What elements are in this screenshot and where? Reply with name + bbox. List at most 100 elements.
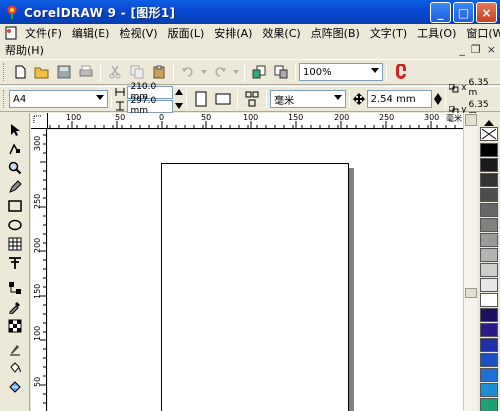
color-swatch[interactable]	[480, 233, 498, 247]
toolbar-grip[interactable]	[3, 63, 6, 81]
ruler-origin-icon	[33, 115, 41, 123]
graph-paper-tool[interactable]	[6, 235, 24, 253]
blend-icon	[9, 282, 21, 294]
color-swatch[interactable]	[480, 263, 498, 277]
spin-arrows-icon[interactable]	[175, 103, 184, 109]
chevron-down-icon	[371, 68, 379, 73]
width-icon	[115, 88, 125, 96]
close-button[interactable]: ×	[476, 2, 497, 23]
redo-dropdown[interactable]	[232, 62, 240, 82]
freehand-tool[interactable]	[6, 178, 24, 196]
export-icon	[274, 65, 288, 79]
color-swatch[interactable]	[480, 338, 498, 352]
page-height-input[interactable]: 297.0 mm	[127, 96, 174, 116]
menu-bitmaps[interactable]: 点阵图(B)	[306, 25, 365, 41]
menu-tools[interactable]: 工具(O)	[412, 25, 461, 41]
magnifier-icon	[8, 161, 22, 175]
color-swatch[interactable]	[480, 293, 498, 307]
scissors-icon	[109, 65, 121, 79]
chevron-up-icon	[484, 120, 494, 126]
menu-arrange[interactable]: 安排(A)	[209, 25, 257, 41]
color-swatch[interactable]	[480, 143, 498, 157]
interactive-blend-tool[interactable]	[6, 279, 24, 297]
eyedropper-tool[interactable]	[6, 298, 24, 316]
vertical-scrollbar[interactable]	[463, 113, 477, 411]
corel-online-button[interactable]	[391, 62, 411, 82]
page-layout-button[interactable]	[242, 89, 262, 109]
scroll-thumb[interactable]	[465, 288, 477, 298]
color-swatch[interactable]	[480, 248, 498, 262]
zoom-tool[interactable]	[6, 159, 24, 177]
no-color-swatch[interactable]	[480, 127, 498, 141]
color-swatch[interactable]	[480, 308, 498, 322]
grid-table-icon	[8, 237, 22, 251]
landscape-button[interactable]	[213, 89, 233, 109]
menu-view[interactable]: 检视(V)	[114, 25, 162, 41]
maximize-button[interactable]: □	[453, 2, 474, 23]
open-button[interactable]	[32, 62, 52, 82]
ellipse-tool[interactable]	[6, 216, 24, 234]
duplicate-x-value[interactable]: 6.35 m	[469, 78, 500, 98]
rectangle-tool[interactable]	[6, 197, 24, 215]
color-swatch[interactable]	[480, 323, 498, 337]
new-button[interactable]	[10, 62, 30, 82]
color-swatch[interactable]	[480, 203, 498, 217]
text-tool[interactable]	[6, 254, 24, 272]
height-icon	[116, 101, 125, 111]
outline-tool[interactable]	[6, 340, 24, 358]
paste-button[interactable]	[149, 62, 169, 82]
color-swatch[interactable]	[480, 368, 498, 382]
color-swatch[interactable]	[480, 383, 498, 397]
shape-tool[interactable]	[6, 140, 24, 158]
pick-tool[interactable]	[6, 121, 24, 139]
spin-down-icon	[434, 99, 443, 105]
color-swatch[interactable]	[480, 173, 498, 187]
menu-help[interactable]: 帮助(H)	[0, 42, 49, 58]
drawing-page[interactable]	[161, 163, 349, 411]
redo-button[interactable]	[210, 62, 230, 82]
import-icon	[252, 65, 266, 79]
undo-button[interactable]	[178, 62, 198, 82]
cut-button[interactable]	[105, 62, 125, 82]
vertical-ruler[interactable]: 300 250 200 150 100 50	[31, 129, 47, 411]
menu-file[interactable]: 文件(F)	[20, 25, 67, 41]
minimize-button[interactable]: _	[430, 2, 451, 23]
document-icon[interactable]	[4, 26, 18, 40]
toolbar-grip[interactable]	[3, 90, 6, 108]
menu-layout[interactable]: 版面(L)	[163, 25, 210, 41]
horizontal-ruler[interactable]: 100 50 0 50 100 150 200 250 300 毫米	[48, 113, 463, 129]
nudge-distance-input[interactable]: 2.54 mm	[366, 90, 433, 108]
menu-effects[interactable]: 效果(C)	[257, 25, 305, 41]
paper-type-select[interactable]: A4	[8, 90, 109, 108]
zoom-level-select[interactable]: 100%	[299, 63, 383, 81]
export-button[interactable]	[271, 62, 291, 82]
color-swatch[interactable]	[480, 278, 498, 292]
save-button[interactable]	[54, 62, 74, 82]
interactive-transparency-tool[interactable]	[6, 378, 24, 396]
menu-window[interactable]: 窗口(W)	[461, 25, 500, 41]
doc-restore-button[interactable]: ❐	[471, 43, 481, 56]
doc-close-button[interactable]: ×	[487, 43, 496, 56]
interactive-fill-tool[interactable]	[6, 317, 24, 335]
spin-arrows-icon[interactable]	[175, 89, 184, 95]
color-swatch[interactable]	[480, 158, 498, 172]
color-swatch[interactable]	[480, 353, 498, 367]
print-button[interactable]	[76, 62, 96, 82]
color-swatch[interactable]	[480, 218, 498, 232]
import-button[interactable]	[249, 62, 269, 82]
menu-edit[interactable]: 编辑(E)	[67, 25, 115, 41]
scroll-up-button[interactable]	[465, 114, 477, 126]
menu-text[interactable]: 文字(T)	[365, 25, 412, 41]
ruler-origin[interactable]	[31, 113, 48, 129]
doc-minimize-button[interactable]: _	[459, 43, 465, 56]
fill-tool[interactable]	[6, 359, 24, 377]
color-swatch[interactable]	[480, 398, 498, 411]
nudge-spinner[interactable]	[434, 93, 443, 105]
portrait-button[interactable]	[191, 89, 211, 109]
undo-dropdown[interactable]	[200, 62, 208, 82]
standard-toolbar: 100%	[0, 59, 500, 85]
color-swatch[interactable]	[480, 188, 498, 202]
units-select[interactable]: 毫米	[270, 90, 346, 108]
copy-button[interactable]	[127, 62, 147, 82]
drawing-canvas[interactable]	[48, 130, 463, 411]
